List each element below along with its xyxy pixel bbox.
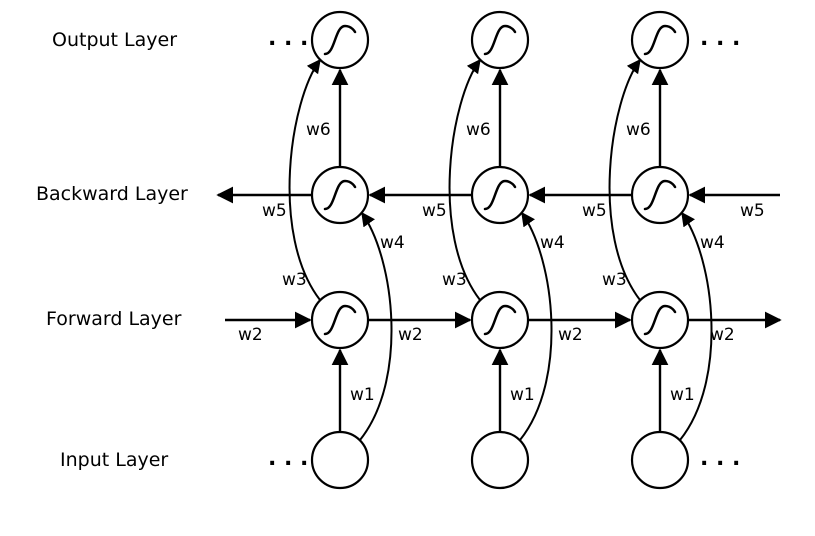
edge-w6-col1: w6 bbox=[306, 70, 340, 167]
svg-text:w2: w2 bbox=[558, 325, 583, 345]
ellipsis-input-right: . . . bbox=[700, 446, 740, 471]
svg-text:w3: w3 bbox=[282, 270, 307, 290]
forward-node-3 bbox=[632, 292, 688, 348]
input-node-1 bbox=[312, 432, 368, 488]
svg-text:w5: w5 bbox=[262, 201, 287, 221]
input-node-2 bbox=[472, 432, 528, 488]
backward-node-1 bbox=[312, 167, 368, 223]
edge-w6-col2: w6 bbox=[466, 70, 500, 167]
svg-text:w3: w3 bbox=[442, 270, 467, 290]
svg-text:w3: w3 bbox=[602, 270, 627, 290]
backward-node-2 bbox=[472, 167, 528, 223]
output-layer-label: Output Layer bbox=[52, 29, 177, 51]
backward-layer-label: Backward Layer bbox=[36, 183, 188, 205]
svg-text:w2: w2 bbox=[398, 325, 423, 345]
svg-text:w5: w5 bbox=[422, 201, 447, 221]
forward-node-1 bbox=[312, 292, 368, 348]
input-node-3 bbox=[632, 432, 688, 488]
output-node-3 bbox=[632, 12, 688, 68]
edge-w1-col2: w1 bbox=[500, 350, 535, 432]
edge-w3-col3: w3 bbox=[602, 60, 640, 300]
ellipsis-output-right: . . . bbox=[700, 26, 740, 51]
svg-text:w6: w6 bbox=[626, 120, 651, 140]
edge-w3-col1: w3 bbox=[282, 60, 320, 300]
edge-w3-col2: w3 bbox=[442, 60, 480, 300]
edge-w6-col3: w6 bbox=[626, 70, 660, 167]
svg-text:w1: w1 bbox=[350, 385, 375, 405]
svg-text:w1: w1 bbox=[510, 385, 535, 405]
edge-w1-col1: w1 bbox=[340, 350, 375, 432]
svg-text:w2: w2 bbox=[710, 325, 735, 345]
svg-text:w5: w5 bbox=[740, 201, 765, 221]
output-node-2 bbox=[472, 12, 528, 68]
svg-text:w4: w4 bbox=[700, 233, 725, 253]
svg-text:w5: w5 bbox=[582, 201, 607, 221]
ellipsis-output-left: . . . bbox=[268, 26, 308, 51]
svg-text:w6: w6 bbox=[466, 120, 491, 140]
svg-text:w4: w4 bbox=[380, 233, 405, 253]
svg-text:w4: w4 bbox=[540, 233, 565, 253]
backward-node-3 bbox=[632, 167, 688, 223]
svg-text:w2: w2 bbox=[238, 325, 263, 345]
ellipsis-input-left: . . . bbox=[268, 446, 308, 471]
svg-text:w1: w1 bbox=[670, 385, 695, 405]
forward-node-2 bbox=[472, 292, 528, 348]
input-layer-label: Input Layer bbox=[60, 449, 168, 471]
svg-text:w6: w6 bbox=[306, 120, 331, 140]
forward-layer-label: Forward Layer bbox=[46, 308, 182, 330]
edge-w1-col3: w1 bbox=[660, 350, 695, 432]
output-node-1 bbox=[312, 12, 368, 68]
